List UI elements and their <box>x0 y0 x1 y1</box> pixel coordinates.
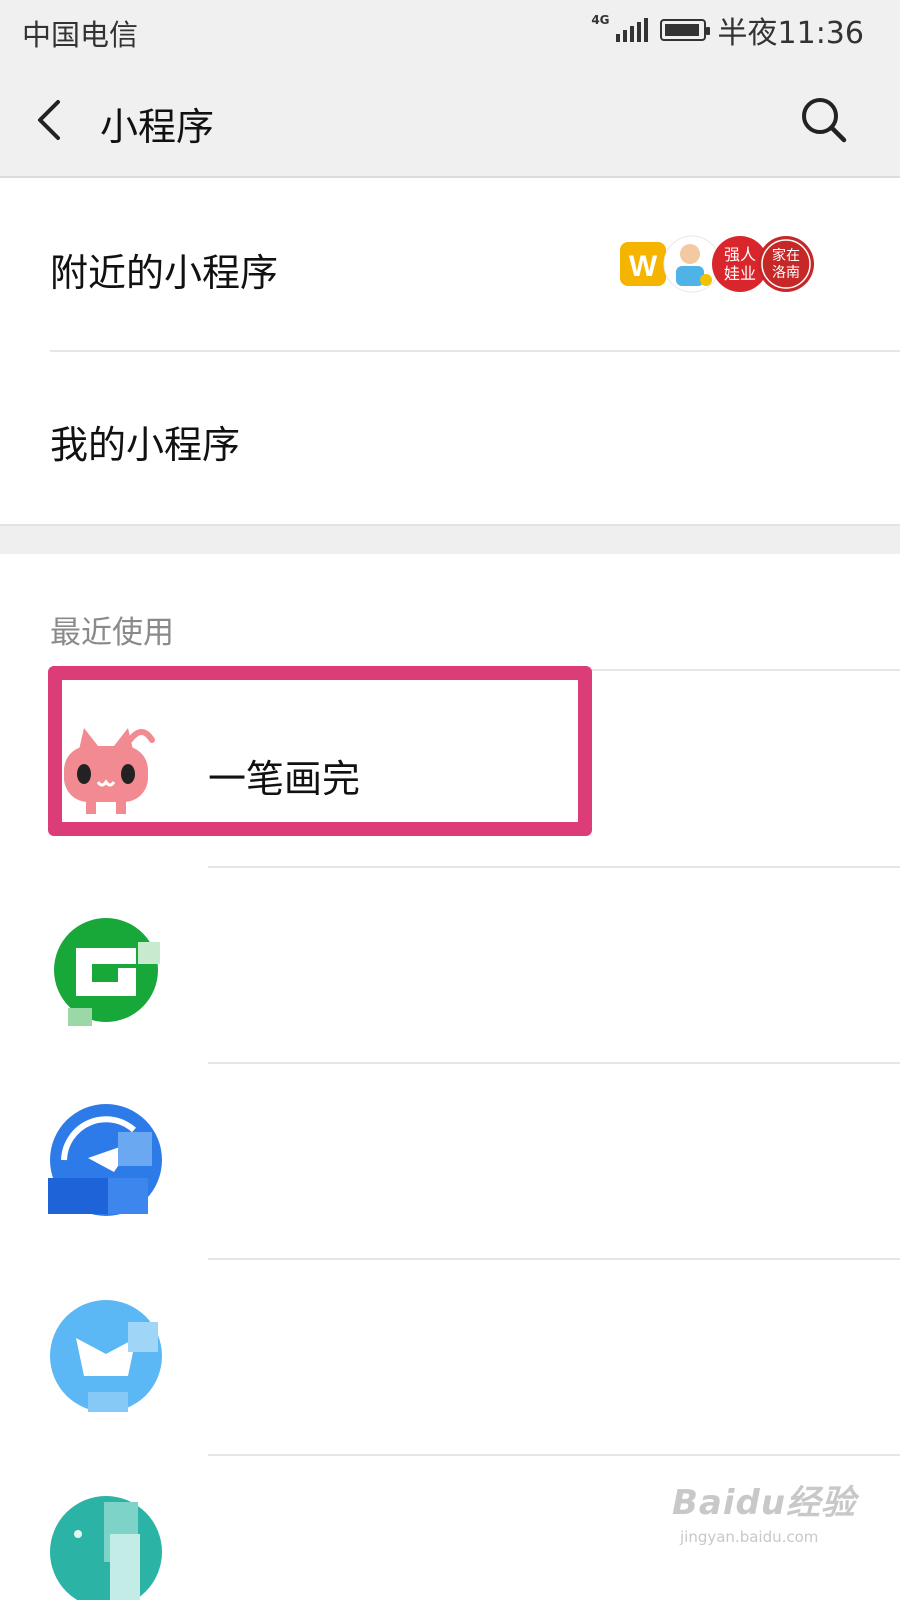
svg-text:洛南: 洛南 <box>772 265 800 281</box>
svg-text:家在: 家在 <box>772 247 800 264</box>
svg-text:W: W <box>629 250 658 283</box>
nav-bar: 小程序 <box>0 62 900 178</box>
logo-luonan-icon: 家在 洛南 <box>758 236 814 292</box>
recent-item-4[interactable] <box>0 1260 900 1456</box>
chevron-left-icon <box>38 100 60 140</box>
signal-icon <box>615 18 648 42</box>
logo-w-icon: W <box>620 242 666 286</box>
status-time: 半夜11:36 <box>717 16 864 51</box>
status-bar: 中国电信 4G 半夜11:36 <box>0 0 900 62</box>
teal-leaf-icon <box>48 1494 164 1600</box>
battery-icon <box>659 19 710 41</box>
network-type-label: 4G <box>591 13 610 27</box>
carrier-name: 中国电信 <box>22 18 139 52</box>
green-g-icon <box>48 912 164 1028</box>
back-button[interactable] <box>30 96 74 144</box>
search-button[interactable] <box>798 94 850 146</box>
highlight-box <box>48 666 592 836</box>
search-icon <box>802 98 847 143</box>
watermark: Baidu经验 jingyan.baidu.com <box>672 1475 856 1546</box>
my-mini-programs-entry[interactable]: 我的小程序 <box>0 352 900 524</box>
my-mini-programs-label: 我的小程序 <box>50 423 241 467</box>
section-gap <box>0 524 900 554</box>
logo-kids-icon <box>663 235 721 293</box>
recent-section-label: 最近使用 <box>50 615 174 651</box>
recent-item-2[interactable] <box>0 868 900 1064</box>
nearby-mini-programs-label: 附近的小程序 <box>50 251 279 295</box>
blue-plane-icon <box>48 1102 164 1218</box>
watermark-url: jingyan.baidu.com <box>680 1528 819 1546</box>
nearby-logos: W 强人 娃业 家在 洛南 <box>620 232 820 296</box>
svg-text:强人: 强人 <box>724 245 756 264</box>
recent-item-3[interactable] <box>0 1064 900 1260</box>
watermark-logo: Baidu经验 <box>672 1483 857 1523</box>
status-icons: 4G 半夜11:36 <box>591 10 864 51</box>
page-title: 小程序 <box>100 105 215 149</box>
lightblue-bird-icon <box>48 1298 164 1414</box>
svg-text:娃业: 娃业 <box>724 264 756 283</box>
